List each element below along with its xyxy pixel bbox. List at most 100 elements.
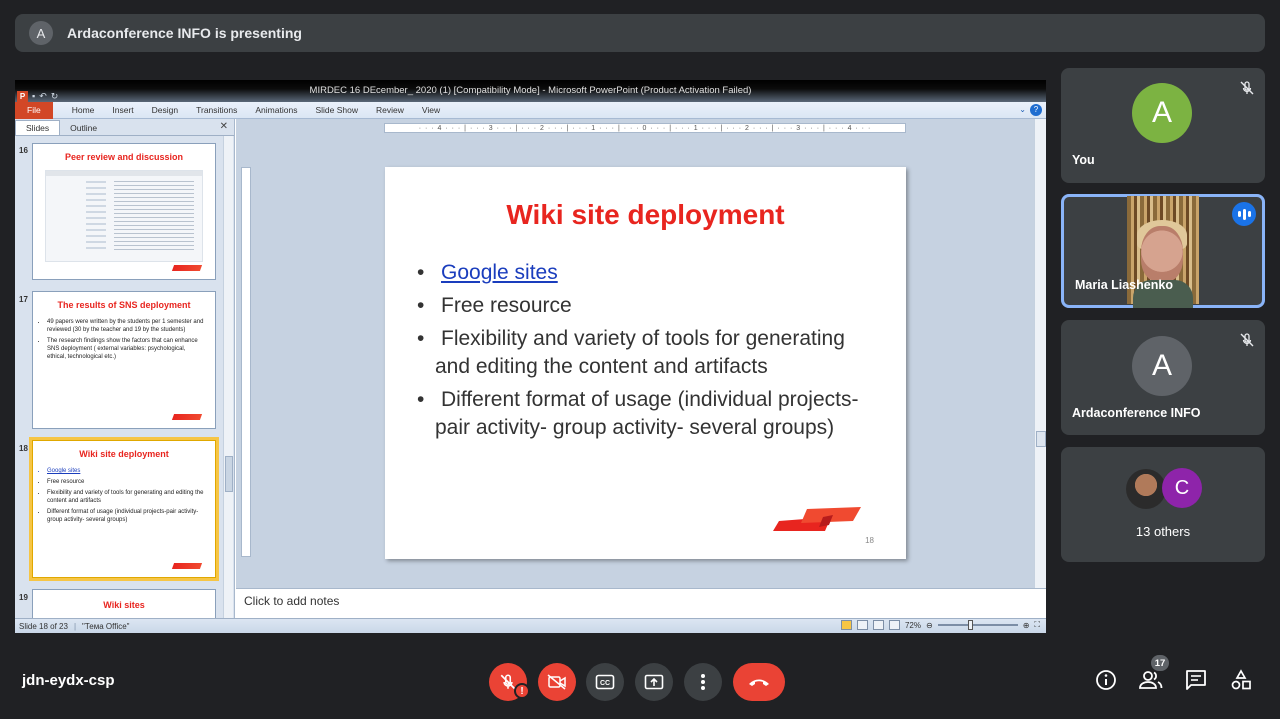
avatar: A [1132,83,1192,143]
current-slide[interactable]: Wiki site deployment Google sites Free r… [385,167,906,559]
logo [171,414,203,420]
thumbnail-number: 16 [19,146,28,155]
activities-button[interactable] [1229,668,1253,692]
chat-icon [1186,670,1206,690]
slide-thumbnail-19[interactable]: Wiki sites [32,589,216,618]
ribbon-collapse-icon[interactable]: ⌄ [1019,105,1026,114]
ribbon-tab-insert[interactable]: Insert [112,105,133,115]
meet-window: A Ardaconference INFO is presenting P ▪ … [0,0,1280,719]
slide-bullet: Flexibility and variety of tools for gen… [415,325,875,381]
mic-off-icon [1240,81,1254,95]
slide-thumbnail-18[interactable]: Wiki site deployment Google sites Free r… [29,437,219,581]
zoom-in-icon[interactable]: ⊕ [1023,621,1030,630]
ribbon-tab-review[interactable]: Review [376,105,404,115]
ppt-titlebar: P ▪ ↶ ↻ MIRDEC 16 DEcember_ 2020 (1) [Co… [15,80,1046,102]
ribbon-tab-view[interactable]: View [422,105,440,115]
notes-pane[interactable]: Click to add notes [236,588,1046,618]
participant-tile-maria[interactable]: Maria Liashenko [1061,194,1265,308]
ribbon-tab-file[interactable]: File [15,101,53,119]
meeting-code: jdn-eydx-csp [22,672,115,689]
logo [171,265,203,271]
thumbnail-title: Wiki site deployment [79,449,169,459]
participant-name: 13 others [1135,524,1191,539]
ribbon-tab-home[interactable]: Home [72,105,95,115]
mic-off-icon [1240,333,1254,347]
fit-to-window-icon[interactable]: ⛶ [1034,620,1040,630]
participant-tile-ardaconference[interactable]: A Ardaconference INFO [1061,320,1265,435]
zoom-slider[interactable] [937,620,1018,630]
zoom-level[interactable]: 72% [905,621,921,630]
svg-text:CC: CC [600,680,610,687]
thumbnail-bullet: Free resource [47,478,205,486]
ribbon-tab-transitions[interactable]: Transitions [196,105,237,115]
slide-bullet: Free resource [415,292,875,320]
ribbon-tab-design[interactable]: Design [152,105,178,115]
slide-bullet-text: Different format of usage (individual pr… [441,388,859,411]
meeting-details-button[interactable] [1094,668,1118,692]
slide-thumbnail-16[interactable]: Peer review and discussion [32,143,216,280]
slide-bullet-text: and editing the content and artifacts [435,355,768,378]
logo [171,563,203,569]
close-icon[interactable]: ✕ [220,121,228,132]
presenter-avatar: A [29,21,53,45]
participant-tile-you[interactable]: A You [1061,68,1265,183]
panel-tabs: Slides Outline ✕ [15,119,234,136]
reading-view-icon[interactable] [872,620,884,630]
mic-toggle-button[interactable]: ! [489,663,530,701]
vertical-ruler [241,167,251,557]
thumbnail-number: 19 [19,593,28,602]
ribbon-tab-animations[interactable]: Animations [255,105,297,115]
screenshot-image [45,170,203,262]
thumbnail-number: 17 [19,295,28,304]
slide-sorter-icon[interactable] [856,620,868,630]
thumbnail-bullet-link: Google sites [47,467,205,475]
tab-outline[interactable]: Outline [60,121,107,135]
chat-button[interactable] [1184,668,1208,692]
notes-placeholder: Click to add notes [244,594,340,608]
presenting-banner: A Ardaconference INFO is presenting [15,14,1265,52]
powerpoint-app-icon: P [17,90,28,102]
participant-name: Maria Liashenko [1075,278,1173,292]
ppt-window-title: MIRDEC 16 DEcember_ 2020 (1) [Compatibil… [309,85,752,96]
help-icon[interactable]: ? [1030,104,1042,116]
normal-view-icon[interactable] [840,620,852,630]
tab-slides[interactable]: Slides [15,120,61,135]
ribbon-tab-slide-show[interactable]: Slide Show [315,105,358,115]
horizontal-ruler: · · · 4 · · · | · · · 3 · · · | · · · 2 … [384,123,906,133]
more-options-button[interactable] [684,663,722,701]
captions-button[interactable]: CC [586,663,624,701]
thumbnail-bullet: 49 papers were written by the students p… [47,318,205,334]
camera-toggle-button[interactable] [538,663,576,701]
theme-name: "Тема Office" [82,621,130,631]
leave-call-button[interactable] [733,663,785,701]
thumbnail-bullet: The research findings show the factors t… [47,337,205,361]
slide-count: Slide 18 of 23 [19,621,68,631]
slide-bullet-text: pair activity- group activity- several g… [435,416,835,439]
slide-bullet-text: Free resource [441,294,572,317]
slideshow-icon[interactable] [888,620,900,630]
zoom-out-icon[interactable]: ⊖ [926,621,933,630]
info-icon [1096,670,1116,690]
thumbnail-bullets: Google sites Free resource Flexibility a… [47,467,205,524]
thumbnail-bullets: 49 papers were written by the students p… [47,318,205,361]
slide-editor: · · · 4 · · · | · · · 3 · · · | · · · 2 … [236,119,1046,588]
present-now-button[interactable] [635,663,673,701]
logo [773,507,861,531]
google-sites-link[interactable]: Google sites [441,261,558,284]
editor-scrollbar[interactable] [1034,119,1046,588]
hang-up-icon [749,679,769,686]
participant-name: You [1072,153,1095,167]
slide-thumbnail-17[interactable]: The results of SNS deployment 49 papers … [32,291,216,429]
thumbnail-bullet: Flexibility and variety of tools for gen… [47,489,205,505]
ribbon-controls: ⌄? [1019,104,1042,116]
thumbnail-bullet: Different format of usage (individual pr… [47,508,205,524]
slide-bullet: Different format of usage (individual pr… [415,386,875,442]
avatar: C [1162,468,1202,508]
thumbnail-scrollbar[interactable] [223,136,233,618]
participant-tile-others[interactable]: C 13 others [1061,447,1265,562]
slide-bullet-list: Google sites Free resource Flexibility a… [415,259,875,447]
view-controls: 72% ⊖ ⊕ ⛶ [840,620,1040,630]
speaking-icon [1232,202,1256,226]
people-button[interactable] [1139,668,1163,692]
slide-thumbnails: 16 Peer review and discussion 17 The res… [15,136,223,618]
